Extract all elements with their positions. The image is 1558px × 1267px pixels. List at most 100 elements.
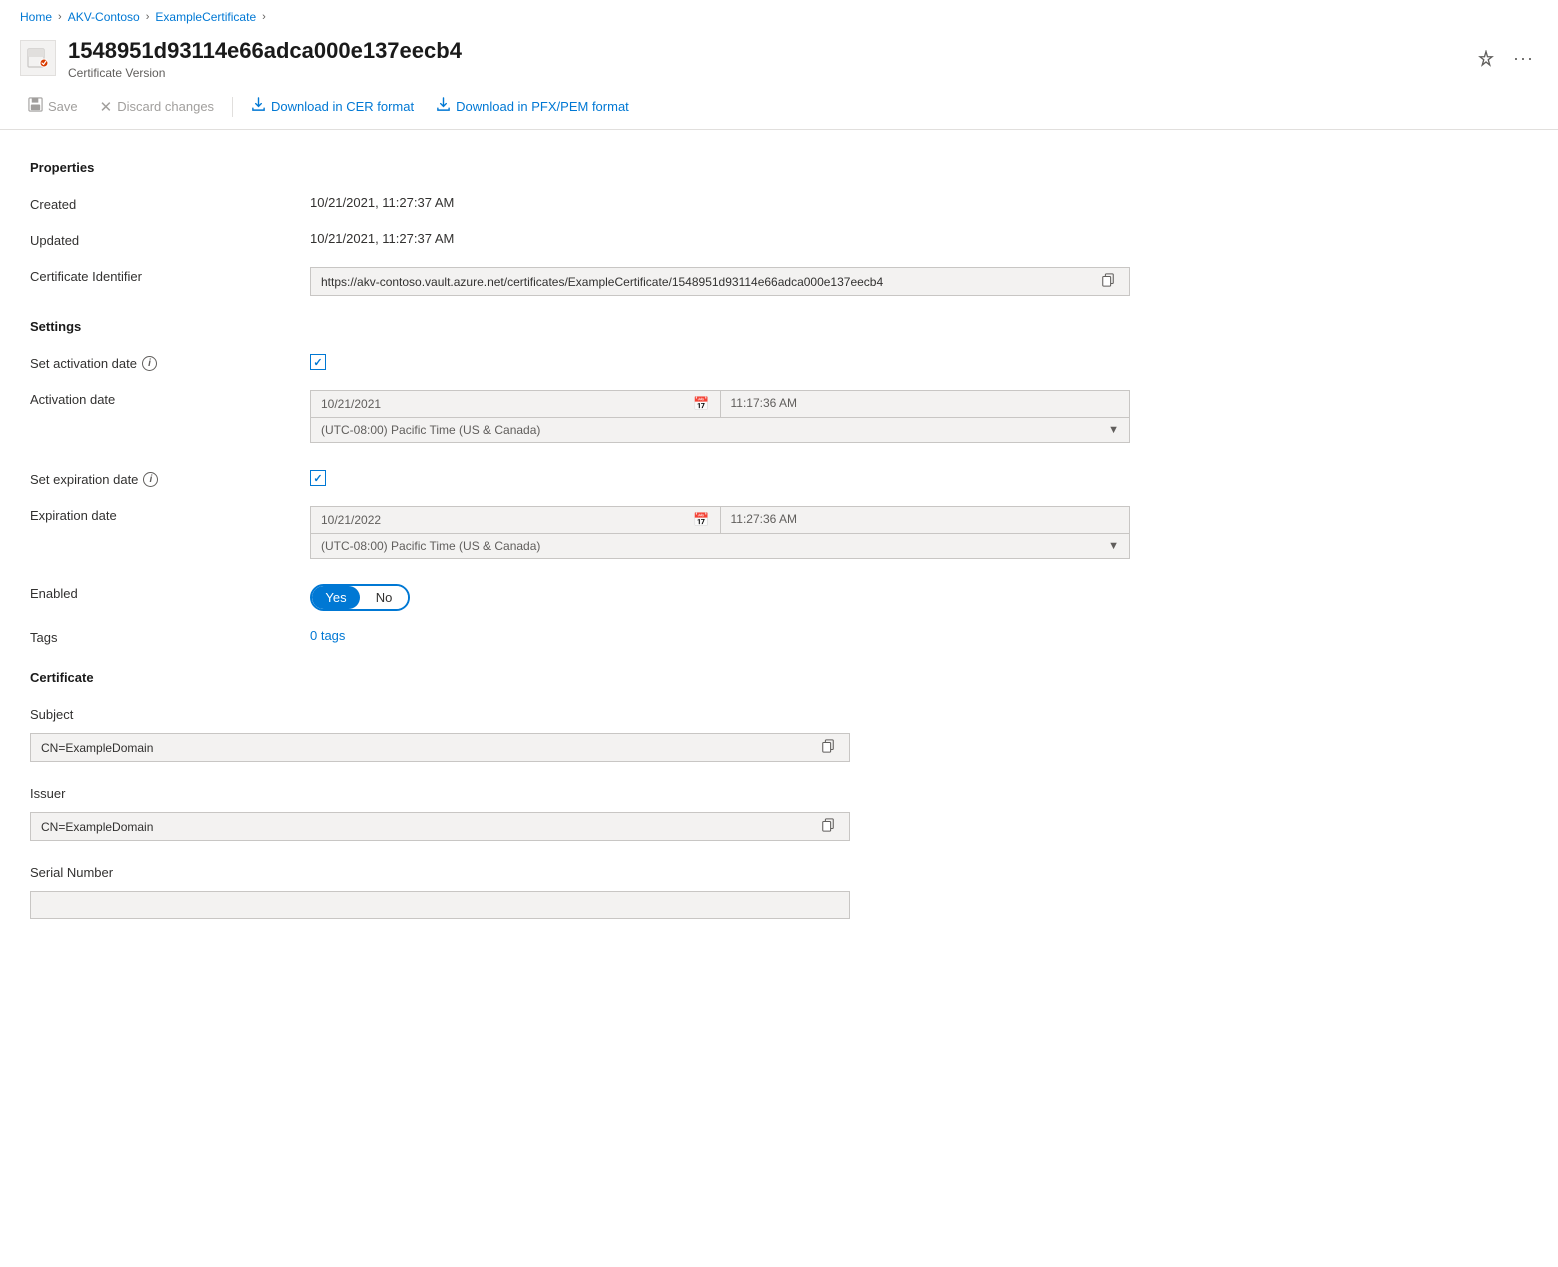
activation-date-block: 10/21/2021 📅 11:17:36 AM (UTC-08:00) Pac… xyxy=(310,390,1130,443)
identifier-text: https://akv-contoso.vault.azure.net/cert… xyxy=(321,275,1089,289)
activation-chevron-icon: ▼ xyxy=(1108,424,1119,436)
download-pfx-label: Download in PFX/PEM format xyxy=(456,99,629,114)
expiration-time-input[interactable]: 11:27:36 AM xyxy=(721,506,1131,534)
activation-date-input[interactable]: 10/21/2021 📅 xyxy=(310,390,721,418)
download-cer-icon xyxy=(251,97,266,116)
activation-calendar-icon: 📅 xyxy=(693,396,709,412)
created-value: 10/21/2021, 11:27:37 AM xyxy=(310,195,1528,210)
expiration-date-value: 10/21/2022 📅 11:27:36 AM (UTC-08:00) Pac… xyxy=(310,506,1528,559)
tags-row: Tags 0 tags xyxy=(30,620,1528,656)
copy-identifier-button[interactable] xyxy=(1097,273,1119,290)
activation-time-input[interactable]: 11:17:36 AM xyxy=(721,390,1131,418)
created-label: Created xyxy=(30,195,310,212)
expiration-checkbox-container xyxy=(310,470,1528,486)
expiration-checkbox[interactable] xyxy=(310,470,326,486)
updated-value: 10/21/2021, 11:27:37 AM xyxy=(310,231,1528,246)
enabled-toggle-group[interactable]: Yes No xyxy=(310,584,410,611)
cert-id-label: Certificate Identifier xyxy=(30,267,310,284)
certificate-section-header: Certificate xyxy=(30,670,1528,685)
copy-subject-button[interactable] xyxy=(817,739,839,756)
activation-timezone-select[interactable]: (UTC-08:00) Pacific Time (US & Canada) ▼ xyxy=(310,418,1130,443)
expiration-calendar-icon: 📅 xyxy=(693,512,709,528)
activation-info-icon: i xyxy=(142,356,157,371)
page-subtitle: Certificate Version xyxy=(68,66,1461,80)
download-pfx-button[interactable]: Download in PFX/PEM format xyxy=(428,92,637,121)
breadcrumb-sep-1: › xyxy=(58,11,62,23)
toggle-no[interactable]: No xyxy=(360,586,408,609)
breadcrumb-akv[interactable]: AKV-Contoso xyxy=(68,10,140,24)
title-area: 1548951d93114e66adca000e137eecb4 Certifi… xyxy=(68,38,1461,80)
settings-section-header: Settings xyxy=(30,319,1528,334)
expiration-date-row: Expiration date 10/21/2022 📅 11:27:36 AM… xyxy=(30,498,1528,568)
properties-section-header: Properties xyxy=(30,160,1528,175)
set-expiration-label: Set expiration date i xyxy=(30,470,310,487)
cert-id-value: https://akv-contoso.vault.azure.net/cert… xyxy=(310,267,1528,296)
updated-label: Updated xyxy=(30,231,310,248)
activation-timezone-text: (UTC-08:00) Pacific Time (US & Canada) xyxy=(321,423,540,437)
discard-button[interactable]: ✕ Discard changes xyxy=(92,93,222,121)
save-button[interactable]: Save xyxy=(20,92,86,121)
set-activation-label: Set activation date i xyxy=(30,354,310,371)
download-cer-label: Download in CER format xyxy=(271,99,414,114)
cert-id-row: Certificate Identifier https://akv-conto… xyxy=(30,259,1528,305)
copy-issuer-button[interactable] xyxy=(817,818,839,835)
toolbar: Save ✕ Discard changes Download in CER f… xyxy=(0,86,1558,130)
subject-input-row: CN=ExampleDomain xyxy=(30,733,850,762)
issuer-row: Issuer xyxy=(30,776,1528,812)
serial-input[interactable] xyxy=(30,891,850,919)
download-cer-button[interactable]: Download in CER format xyxy=(243,92,422,121)
expiration-timezone-select[interactable]: (UTC-08:00) Pacific Time (US & Canada) ▼ xyxy=(310,534,1130,559)
expiration-date-input[interactable]: 10/21/2022 📅 xyxy=(310,506,721,534)
page-title: 1548951d93114e66adca000e137eecb4 xyxy=(68,38,1461,64)
expiration-date-text: 10/21/2022 xyxy=(321,513,381,527)
breadcrumb-sep-3: › xyxy=(262,11,266,23)
issuer-value: CN=ExampleDomain xyxy=(41,820,809,834)
expiration-chevron-icon: ▼ xyxy=(1108,540,1119,552)
activation-date-group: 10/21/2021 📅 11:17:36 AM xyxy=(310,390,1130,418)
pin-button[interactable] xyxy=(1473,46,1499,72)
expiration-timezone-text: (UTC-08:00) Pacific Time (US & Canada) xyxy=(321,539,540,553)
serial-label: Serial Number xyxy=(30,863,310,880)
activation-checkbox-container xyxy=(310,354,1528,370)
expiration-date-group: 10/21/2022 📅 11:27:36 AM xyxy=(310,506,1130,534)
activation-date-value: 10/21/2021 📅 11:17:36 AM (UTC-08:00) Pac… xyxy=(310,390,1528,443)
set-activation-row: Set activation date i xyxy=(30,346,1528,382)
toggle-yes[interactable]: Yes xyxy=(312,586,360,609)
activation-date-row: Activation date 10/21/2021 📅 11:17:36 AM… xyxy=(30,382,1528,452)
subject-input[interactable]: CN=ExampleDomain xyxy=(30,733,850,762)
download-pfx-icon xyxy=(436,97,451,116)
breadcrumb-sep-2: › xyxy=(146,11,150,23)
subject-label: Subject xyxy=(30,705,310,722)
updated-row: Updated 10/21/2021, 11:27:37 AM xyxy=(30,223,1528,259)
subject-row: Subject xyxy=(30,697,1528,733)
set-expiration-row: Set expiration date i xyxy=(30,462,1528,498)
expiration-info-icon: i xyxy=(143,472,158,487)
subject-value: CN=ExampleDomain xyxy=(41,741,809,755)
breadcrumb-cert[interactable]: ExampleCertificate xyxy=(155,10,256,24)
breadcrumb-home[interactable]: Home xyxy=(20,10,52,24)
save-icon xyxy=(28,97,43,116)
toolbar-divider xyxy=(232,97,233,117)
activation-date-text: 10/21/2021 xyxy=(321,397,381,411)
enabled-toggle: Yes No xyxy=(310,584,1528,611)
issuer-input[interactable]: CN=ExampleDomain xyxy=(30,812,850,841)
identifier-box: https://akv-contoso.vault.azure.net/cert… xyxy=(310,267,1130,296)
header-actions: ··· xyxy=(1473,44,1538,73)
page-header: 1548951d93114e66adca000e137eecb4 Certifi… xyxy=(0,30,1558,86)
more-button[interactable]: ··· xyxy=(1509,44,1538,73)
expiration-date-label: Expiration date xyxy=(30,506,310,523)
issuer-label: Issuer xyxy=(30,784,310,801)
activation-checkbox[interactable] xyxy=(310,354,326,370)
serial-input-row xyxy=(30,891,850,919)
tags-value: 0 tags xyxy=(310,628,1528,643)
activation-date-label: Activation date xyxy=(30,390,310,407)
cert-icon xyxy=(20,40,56,76)
expiration-date-block: 10/21/2022 📅 11:27:36 AM (UTC-08:00) Pac… xyxy=(310,506,1130,559)
serial-row: Serial Number xyxy=(30,855,1528,891)
created-row: Created 10/21/2021, 11:27:37 AM xyxy=(30,187,1528,223)
breadcrumb: Home › AKV-Contoso › ExampleCertificate … xyxy=(0,0,1558,30)
discard-label: Discard changes xyxy=(117,99,214,114)
main-content: Properties Created 10/21/2021, 11:27:37 … xyxy=(0,130,1558,943)
discard-icon: ✕ xyxy=(100,98,113,116)
tags-link[interactable]: 0 tags xyxy=(310,628,345,643)
